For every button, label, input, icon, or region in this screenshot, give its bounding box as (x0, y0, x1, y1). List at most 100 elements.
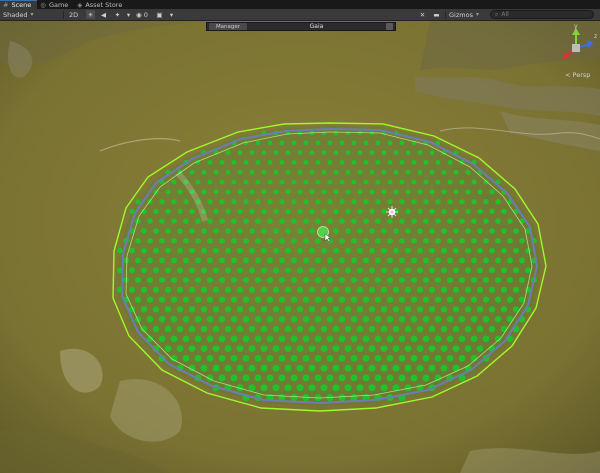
sample-dot (392, 364, 400, 372)
sample-dot (477, 228, 483, 234)
sample-dot (327, 257, 333, 264)
sample-dot (140, 306, 148, 313)
sample-dot (315, 179, 321, 185)
sample-dot (465, 267, 471, 274)
sample-dot (225, 228, 231, 234)
sample-dot (440, 325, 448, 333)
sample-dot (410, 276, 418, 284)
tab-scene[interactable]: # Scene (0, 0, 38, 9)
sample-dot (512, 286, 520, 293)
sample-dot (333, 150, 339, 155)
sample-dot (440, 345, 448, 352)
sample-dot (194, 335, 202, 343)
sample-dot (476, 286, 484, 293)
sample-dot (428, 364, 436, 372)
sample-dot (344, 286, 352, 293)
sample-dot (171, 218, 177, 224)
sample-dot (332, 306, 340, 313)
scene-viewport[interactable] (0, 21, 600, 473)
sample-dot (417, 267, 423, 274)
sample-dot (416, 325, 424, 333)
sample-dot (219, 218, 225, 224)
sample-dot (339, 198, 345, 205)
sample-dot (308, 286, 316, 293)
lighting-toggle-icon[interactable]: ☀ (86, 10, 95, 19)
shading-mode-dropdown[interactable]: Shaded (3, 10, 34, 19)
sample-dot (368, 364, 376, 372)
sample-dot (363, 140, 369, 146)
sample-dot (375, 257, 381, 264)
sample-dot (224, 364, 232, 372)
sample-dot (392, 306, 400, 313)
sample-dot (464, 306, 472, 313)
2d-toggle-button[interactable]: 2D (69, 10, 78, 19)
toolbar-separator (63, 11, 64, 19)
sample-dot (441, 169, 447, 175)
sample-dot (261, 247, 267, 254)
sample-dot (128, 286, 136, 293)
sample-dot (429, 267, 435, 274)
sample-dot (506, 296, 514, 303)
tools-icon[interactable]: ✕ (418, 10, 427, 19)
tab-asset-store[interactable]: ◈ Asset Store (74, 0, 128, 9)
sample-dot (411, 198, 417, 205)
overlay-close-icon[interactable] (386, 23, 393, 30)
scene-visibility-toggle[interactable]: ◉ 0 (136, 10, 148, 19)
sample-dot (224, 306, 232, 313)
sample-dot (459, 218, 465, 224)
sample-dot (237, 208, 243, 215)
toolbar-separator (445, 11, 446, 19)
sample-dot (345, 130, 351, 136)
tab-game[interactable]: ◎ Game (37, 0, 74, 9)
sample-dot (357, 247, 363, 254)
gizmo-center-cube[interactable] (572, 44, 580, 52)
sample-dot (182, 316, 190, 323)
sample-dot (296, 345, 304, 352)
sample-dot (195, 257, 201, 264)
scene-search-input[interactable]: ⌕ All (490, 10, 594, 19)
sample-dot (380, 345, 388, 352)
camera-dropdown-icon[interactable]: ▾ (167, 10, 176, 19)
sample-dot (201, 247, 207, 254)
sample-dot (446, 276, 454, 284)
effects-toggle-icon[interactable]: ✦ (113, 10, 122, 19)
sample-dot (212, 345, 220, 352)
sample-dot (164, 306, 172, 313)
camera-settings-icon[interactable]: ▣ (155, 10, 164, 19)
sample-dot (405, 228, 411, 234)
sample-dot (410, 355, 418, 362)
sample-dot (291, 179, 297, 185)
sample-dot (459, 257, 465, 264)
sample-dot (422, 316, 430, 323)
sample-dot (141, 267, 147, 274)
sample-dot (273, 247, 279, 254)
sample-dot (189, 228, 195, 234)
sample-dot (249, 150, 255, 155)
sample-dot (177, 208, 183, 215)
audio-toggle-icon[interactable]: ◀ (99, 10, 108, 19)
gizmos-dropdown[interactable]: Gizmos (449, 10, 479, 19)
sample-dot (332, 325, 340, 333)
projection-toggle[interactable]: < Persp (565, 71, 590, 79)
sample-dot (465, 208, 471, 215)
sample-dot (291, 257, 297, 264)
gamepad-icon: ◎ (40, 0, 46, 9)
effects-dropdown-icon[interactable]: ▾ (124, 10, 133, 19)
sample-dot (339, 159, 345, 165)
component-tools-icon[interactable]: ▬ (432, 10, 441, 19)
sample-dot (183, 257, 189, 264)
sample-dot (225, 150, 231, 155)
sample-dot (236, 286, 244, 293)
sample-dot (296, 325, 304, 333)
manager-button[interactable]: Manager (209, 23, 247, 30)
sample-dot (182, 296, 190, 303)
axis-z-cone[interactable] (587, 40, 594, 48)
sample-dot (255, 159, 261, 165)
sample-dot (242, 276, 250, 284)
orientation-gizmo[interactable]: y z (552, 24, 600, 76)
sample-dot (363, 257, 369, 264)
sample-dot (165, 189, 171, 195)
sample-dot (272, 345, 280, 352)
sample-dot (351, 140, 357, 146)
sample-dot (158, 316, 166, 323)
